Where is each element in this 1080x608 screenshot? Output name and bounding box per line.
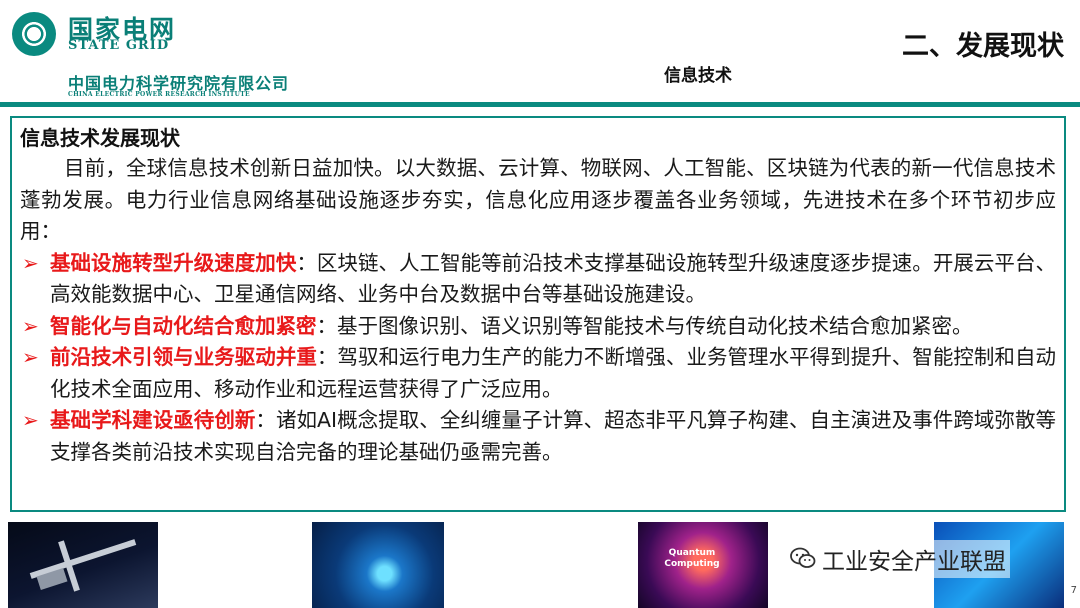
intro-paragraph: 目前，全球信息技术创新日益加快。以大数据、云计算、物联网、人工智能、区块链为代表… <box>20 156 1056 243</box>
page-number: 7 <box>1070 585 1077 596</box>
wechat-icon <box>790 547 816 575</box>
quantum-computing-image: Quantum Computing <box>638 522 768 608</box>
section-title: 二、发展现状 <box>902 31 1064 62</box>
content-heading: 信息技术发展现状 <box>20 126 180 150</box>
bullet-item: ➢ 基础学科建设亟待创新：诸如AI概念提取、全纠缠量子计算、超态非平凡算子构建、… <box>20 405 1056 468</box>
bullet-item: ➢ 前沿技术引领与业务驱动并重：驾驭和运行电力生产的能力不断增强、业务管理水平得… <box>20 342 1056 405</box>
bullet-item: ➢ 基础设施转型升级速度加快：区块链、人工智能等前沿技术支撑基础设施转型升级速度… <box>20 248 1056 311</box>
arrow-bullet-icon: ➢ <box>22 313 39 338</box>
quantum-label: Quantum Computing <box>664 548 720 569</box>
watermark-text: 工业安全产业联盟 <box>822 549 1006 575</box>
bullet-title: 基础学科建设亟待创新 <box>50 408 256 432</box>
arrow-bullet-icon: ➢ <box>22 250 39 275</box>
arrow-bullet-icon: ➢ <box>22 408 39 432</box>
bullet-text: ：基于图像识别、语义识别等智能技术与传统自动化技术结合愈加紧密。 <box>316 313 973 338</box>
bullet-title: 基础设施转型升级速度加快 <box>50 250 297 275</box>
ai-hand-image <box>312 522 444 608</box>
state-grid-logo-icon <box>12 12 56 56</box>
sub-title: 信息技术 <box>664 66 732 86</box>
arrow-bullet-icon: ➢ <box>22 345 39 369</box>
bullet-title: 前沿技术引领与业务驱动并重 <box>50 345 317 369</box>
header-divider <box>0 102 1080 107</box>
space-station-image <box>8 522 158 608</box>
institute-english-name: CHINA ELECTRIC POWER RESEARCH INSTITUTE <box>68 91 250 98</box>
bullet-item: ➢ 智能化与自动化结合愈加紧密：基于图像识别、语义识别等智能技术与传统自动化技术… <box>20 311 1056 343</box>
bullet-title: 智能化与自动化结合愈加紧密 <box>50 313 317 338</box>
content-box: 信息技术发展现状 目前，全球信息技术创新日益加快。以大数据、云计算、物联网、人工… <box>10 116 1066 512</box>
wechat-watermark: 工业安全产业联盟 <box>786 540 1010 578</box>
logo-english-name: STATE GRID <box>68 38 170 53</box>
